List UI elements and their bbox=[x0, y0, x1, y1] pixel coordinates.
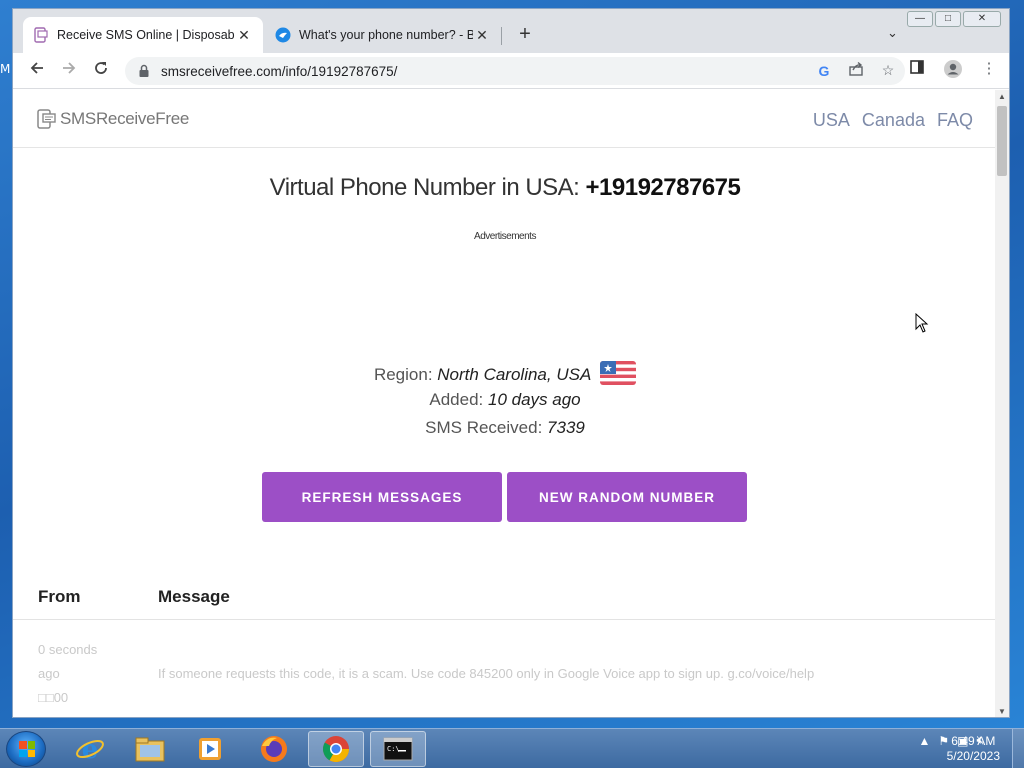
message-sender: □□00 bbox=[38, 690, 69, 705]
browser-toolbar: smsreceivefree.com/info/19192787675/ G ☆… bbox=[13, 53, 1009, 89]
table-header-divider bbox=[13, 619, 997, 620]
google-icon[interactable]: G bbox=[815, 63, 833, 79]
system-clock[interactable]: 6:49 AM 5/20/2023 bbox=[947, 734, 1000, 764]
taskbar-ie[interactable]: e bbox=[62, 731, 118, 767]
mouse-cursor-icon bbox=[915, 313, 929, 333]
taskbar-cmd[interactable]: C:\ bbox=[370, 731, 426, 767]
maximize-button[interactable]: □ bbox=[935, 11, 961, 27]
refresh-messages-button[interactable]: REFRESH MESSAGES bbox=[262, 472, 502, 522]
media-player-icon bbox=[199, 738, 221, 760]
profile-avatar-icon[interactable] bbox=[943, 59, 963, 79]
phone-number: +19192787675 bbox=[585, 174, 741, 201]
sms-count-value: 7339 bbox=[547, 418, 585, 437]
page-scrollbar[interactable]: ▲ ▼ bbox=[995, 90, 1009, 717]
advertisements-label: Advertisements bbox=[474, 231, 536, 242]
folder-icon bbox=[135, 737, 165, 762]
added-value: 10 days ago bbox=[487, 390, 581, 409]
usa-flag-icon bbox=[600, 361, 637, 385]
nav-link-canada[interactable]: Canada bbox=[862, 110, 925, 131]
page-content: SMSReceiveFree USA Canada FAQ Virtual Ph… bbox=[13, 90, 997, 717]
scroll-thumb[interactable] bbox=[997, 106, 1007, 176]
tab-strip: Receive SMS Online | Disposable ✕ What's… bbox=[13, 9, 1009, 53]
sms-favicon-icon bbox=[33, 27, 49, 43]
added-label: Added: bbox=[429, 390, 488, 409]
forward-arrow-icon bbox=[63, 62, 76, 74]
message-text: If someone requests this code, it is a s… bbox=[158, 666, 815, 681]
tab-separator bbox=[501, 27, 502, 45]
region-label: Region: bbox=[373, 365, 438, 384]
firefox-icon bbox=[261, 736, 287, 762]
browser-window: Receive SMS Online | Disposable ✕ What's… bbox=[12, 8, 1010, 718]
command-prompt-icon: C:\ bbox=[383, 737, 413, 761]
forward-button[interactable] bbox=[57, 59, 81, 83]
scroll-down-arrow-icon[interactable]: ▼ bbox=[995, 705, 1009, 717]
tab-search-button[interactable]: ⌄ bbox=[887, 25, 898, 41]
logo-text: SMSReceiveFree bbox=[60, 109, 190, 128]
internet-explorer-icon: e bbox=[76, 735, 104, 764]
region-line: Region: North Carolina, USA bbox=[13, 361, 997, 385]
new-tab-button[interactable]: + bbox=[513, 23, 537, 46]
close-window-button[interactable]: ✕ bbox=[963, 11, 1001, 27]
desktop-edge-text: M bbox=[0, 62, 11, 76]
tab-sms-receive[interactable]: Receive SMS Online | Disposable ✕ bbox=[23, 17, 263, 53]
page-title: Virtual Phone Number in USA: +1919278767… bbox=[13, 174, 997, 202]
back-button[interactable] bbox=[25, 59, 49, 83]
window-controls: — □ ✕ bbox=[907, 11, 1001, 27]
tab-title: Receive SMS Online | Disposable bbox=[57, 28, 235, 42]
tab-title: What's your phone number? - Bl bbox=[299, 28, 473, 42]
site-nav: USA Canada FAQ bbox=[813, 110, 973, 131]
show-desktop-button[interactable] bbox=[1012, 729, 1024, 768]
bird-favicon-icon bbox=[275, 27, 291, 43]
tab-whats-your-number[interactable]: What's your phone number? - Bl ✕ bbox=[265, 17, 501, 53]
clock-date: 5/20/2023 bbox=[946, 749, 1000, 763]
taskbar-chrome[interactable] bbox=[308, 731, 364, 767]
taskbar-firefox[interactable] bbox=[246, 731, 302, 767]
address-bar[interactable]: smsreceivefree.com/info/19192787675/ G ☆ bbox=[125, 57, 905, 85]
taskbar-media-player[interactable] bbox=[182, 731, 238, 767]
tab-close-icon[interactable]: ✕ bbox=[473, 27, 491, 44]
svg-text:e: e bbox=[82, 735, 99, 764]
minimize-button[interactable]: — bbox=[907, 11, 933, 27]
reload-button[interactable] bbox=[89, 59, 113, 83]
start-button[interactable] bbox=[6, 731, 46, 767]
nav-link-usa[interactable]: USA bbox=[813, 110, 850, 131]
bookmark-star-icon[interactable]: ☆ bbox=[879, 62, 897, 79]
new-random-number-button[interactable]: NEW RANDOM NUMBER bbox=[507, 472, 747, 522]
added-line: Added: 10 days ago bbox=[13, 390, 997, 410]
chrome-icon bbox=[323, 736, 350, 763]
back-arrow-icon bbox=[30, 62, 43, 74]
clock-time: 6:49 AM bbox=[951, 734, 996, 748]
show-hidden-icons-icon[interactable]: ▲ bbox=[918, 734, 930, 748]
phone-logo-icon bbox=[37, 109, 56, 129]
reload-icon bbox=[95, 62, 107, 74]
tab-close-icon[interactable]: ✕ bbox=[235, 27, 253, 44]
column-header-message: Message bbox=[158, 587, 230, 606]
lock-icon bbox=[139, 64, 149, 77]
taskbar: e C:\ ▲ ⚑ ▣ 🔇︎ 6:49 AM 5/20/2023 bbox=[0, 728, 1024, 768]
share-icon[interactable] bbox=[847, 61, 865, 80]
windows-logo-icon bbox=[19, 741, 35, 757]
site-logo[interactable]: SMSReceiveFree bbox=[37, 108, 189, 130]
sms-count-label: SMS Received: bbox=[425, 418, 548, 437]
taskbar-explorer[interactable] bbox=[122, 731, 178, 767]
region-value: North Carolina, USA bbox=[437, 365, 592, 384]
message-time-suffix: ago bbox=[38, 666, 60, 681]
scroll-up-arrow-icon[interactable]: ▲ bbox=[995, 90, 1009, 104]
url-text: smsreceivefree.com/info/19192787675/ bbox=[161, 63, 398, 79]
site-header: SMSReceiveFree USA Canada FAQ bbox=[13, 90, 997, 148]
side-panel-icon[interactable] bbox=[907, 59, 927, 79]
column-header-from: From bbox=[38, 587, 81, 606]
sms-count-line: SMS Received: 7339 bbox=[13, 418, 997, 438]
svg-text:C:\: C:\ bbox=[387, 745, 400, 753]
menu-kebab-icon[interactable]: ⋮ bbox=[979, 59, 999, 79]
title-prefix: Virtual Phone Number in USA: bbox=[269, 174, 586, 201]
message-time: 0 seconds bbox=[38, 642, 98, 657]
nav-link-faq[interactable]: FAQ bbox=[937, 110, 973, 131]
